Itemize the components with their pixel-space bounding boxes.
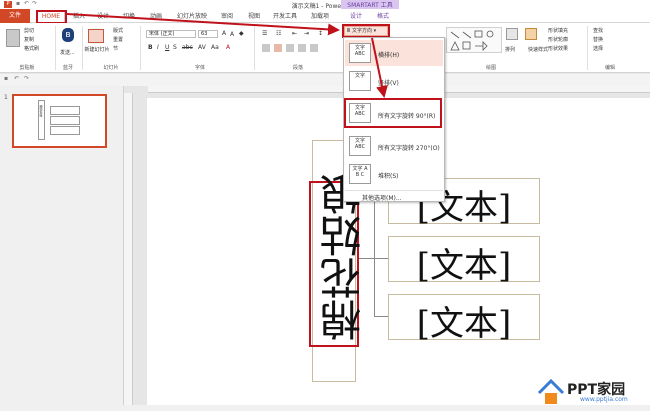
annotation-arrows — [66, 13, 388, 98]
house-logo-icon — [537, 378, 565, 404]
arrow-home-to-direction — [66, 13, 340, 36]
watermark-url: www.pptjia.com — [580, 396, 628, 403]
arrow-direction-to-rotate — [371, 37, 388, 98]
